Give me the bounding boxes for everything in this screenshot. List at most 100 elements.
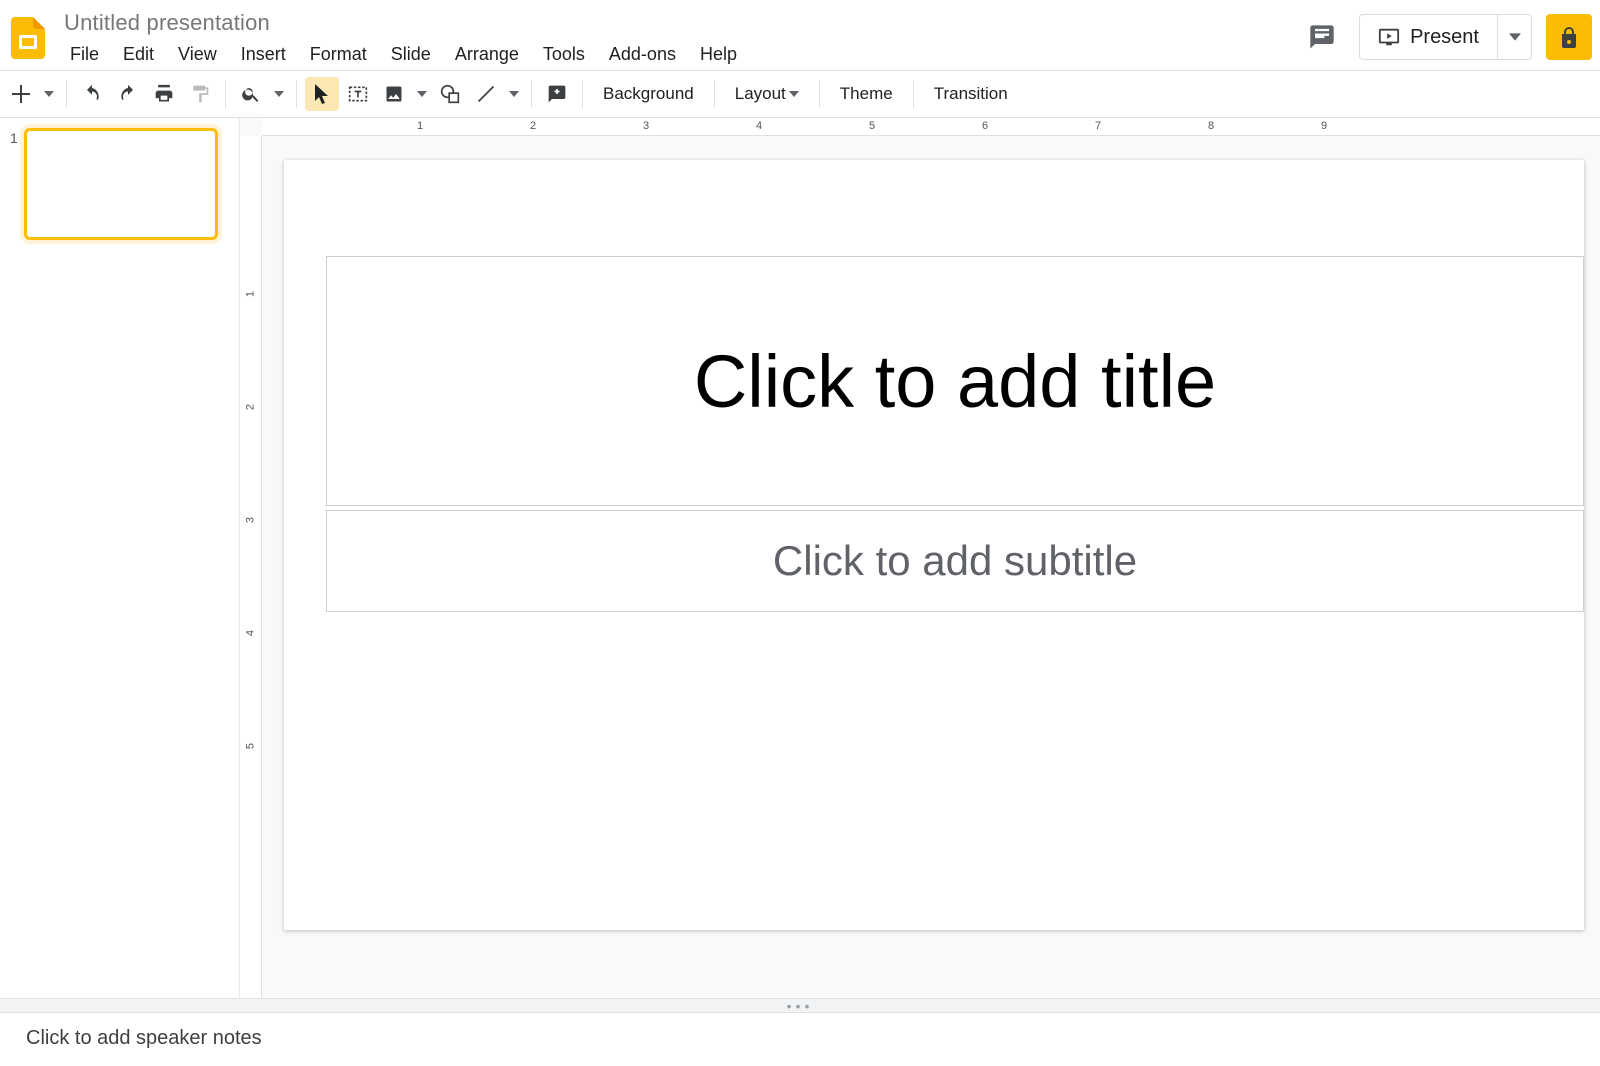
ruler-tick: 1 bbox=[417, 120, 423, 132]
textbox-button[interactable] bbox=[341, 77, 375, 111]
separator bbox=[582, 80, 583, 108]
present-button-group: Present bbox=[1359, 14, 1532, 60]
print-icon bbox=[154, 84, 174, 104]
present-button[interactable]: Present bbox=[1360, 15, 1497, 59]
separator bbox=[714, 80, 715, 108]
ruler-tick: 5 bbox=[245, 736, 257, 757]
separator bbox=[531, 80, 532, 108]
slide-number: 1 bbox=[10, 128, 18, 146]
comment-insert-button[interactable] bbox=[540, 77, 574, 111]
share-lock-button[interactable] bbox=[1546, 14, 1592, 60]
select-tool-button[interactable] bbox=[305, 77, 339, 111]
title-placeholder[interactable]: Click to add title bbox=[326, 256, 1584, 506]
ruler-tick: 6 bbox=[982, 120, 988, 132]
new-slide-button[interactable] bbox=[4, 77, 38, 111]
menu-help[interactable]: Help bbox=[688, 40, 749, 69]
comment-icon bbox=[1308, 23, 1336, 51]
ruler-tick: 3 bbox=[643, 120, 649, 132]
separator bbox=[225, 80, 226, 108]
chevron-down-icon bbox=[789, 91, 799, 97]
layout-label: Layout bbox=[735, 84, 786, 104]
redo-button[interactable] bbox=[111, 77, 145, 111]
menu-format[interactable]: Format bbox=[298, 40, 379, 69]
chevron-down-icon bbox=[417, 91, 427, 97]
speaker-notes[interactable]: Click to add speaker notes bbox=[0, 1012, 1600, 1066]
separator bbox=[66, 80, 67, 108]
shape-button[interactable] bbox=[433, 77, 467, 111]
ruler-tick: 8 bbox=[1208, 120, 1214, 132]
image-icon bbox=[384, 84, 404, 104]
menu-view[interactable]: View bbox=[166, 40, 229, 69]
workspace: 1 1 2 3 4 5 6 7 8 9 1 2 3 4 5 Click to a… bbox=[0, 118, 1600, 998]
chevron-down-icon bbox=[1509, 31, 1521, 43]
shape-icon bbox=[440, 84, 460, 104]
ruler-tick: 5 bbox=[869, 120, 875, 132]
ruler-tick: 9 bbox=[1321, 120, 1327, 132]
slides-logo[interactable] bbox=[4, 14, 52, 62]
layout-button[interactable]: Layout bbox=[723, 77, 811, 111]
redo-icon bbox=[118, 84, 138, 104]
cursor-icon bbox=[314, 84, 330, 104]
ruler-tick: 3 bbox=[245, 510, 257, 531]
textbox-icon bbox=[348, 84, 368, 104]
subtitle-placeholder[interactable]: Click to add subtitle bbox=[326, 510, 1584, 612]
paint-roller-icon bbox=[190, 84, 210, 104]
line-icon bbox=[476, 84, 496, 104]
menu-file[interactable]: File bbox=[58, 40, 111, 69]
notes-resize-handle[interactable]: ••• bbox=[0, 998, 1600, 1012]
separator bbox=[913, 80, 914, 108]
slide-thumbnail[interactable] bbox=[24, 128, 218, 240]
add-comment-icon bbox=[547, 84, 567, 104]
image-button[interactable] bbox=[377, 77, 411, 111]
paint-format-button bbox=[183, 77, 217, 111]
comments-button[interactable] bbox=[1299, 14, 1345, 60]
separator bbox=[296, 80, 297, 108]
line-button[interactable] bbox=[469, 77, 503, 111]
zoom-button[interactable] bbox=[234, 77, 268, 111]
theme-button[interactable]: Theme bbox=[828, 77, 905, 111]
zoom-dropdown[interactable] bbox=[270, 77, 288, 111]
header-right: Present bbox=[1299, 6, 1592, 60]
undo-button[interactable] bbox=[75, 77, 109, 111]
header: Untitled presentation File Edit View Ins… bbox=[0, 0, 1600, 70]
canvas-area[interactable]: 1 2 3 4 5 6 7 8 9 1 2 3 4 5 Click to add… bbox=[240, 118, 1600, 998]
menubar: File Edit View Insert Format Slide Arran… bbox=[58, 40, 1299, 69]
chevron-down-icon bbox=[509, 91, 519, 97]
present-icon bbox=[1378, 26, 1400, 48]
menu-arrange[interactable]: Arrange bbox=[443, 40, 531, 69]
print-button[interactable] bbox=[147, 77, 181, 111]
chevron-down-icon bbox=[44, 91, 54, 97]
background-button[interactable]: Background bbox=[591, 77, 706, 111]
document-title[interactable]: Untitled presentation bbox=[58, 6, 1299, 38]
new-slide-dropdown[interactable] bbox=[40, 77, 58, 111]
vertical-ruler[interactable]: 1 2 3 4 5 bbox=[240, 136, 262, 998]
filmstrip[interactable]: 1 bbox=[0, 118, 240, 998]
ruler-tick: 4 bbox=[756, 120, 762, 132]
menu-edit[interactable]: Edit bbox=[111, 40, 166, 69]
slide-thumbnail-1[interactable]: 1 bbox=[10, 128, 229, 240]
image-dropdown[interactable] bbox=[413, 77, 431, 111]
chevron-down-icon bbox=[274, 91, 284, 97]
grip-icon: ••• bbox=[787, 998, 814, 1014]
menu-tools[interactable]: Tools bbox=[531, 40, 597, 69]
ruler-tick: 4 bbox=[245, 623, 257, 644]
menu-slide[interactable]: Slide bbox=[379, 40, 443, 69]
toolbar: Background Layout Theme Transition bbox=[0, 70, 1600, 118]
undo-icon bbox=[82, 84, 102, 104]
lock-icon bbox=[1559, 26, 1579, 48]
ruler-tick: 1 bbox=[245, 284, 257, 305]
present-dropdown[interactable] bbox=[1497, 15, 1531, 59]
separator bbox=[819, 80, 820, 108]
ruler-tick: 2 bbox=[530, 120, 536, 132]
plus-icon bbox=[12, 85, 30, 103]
line-dropdown[interactable] bbox=[505, 77, 523, 111]
zoom-icon bbox=[241, 84, 261, 104]
menu-insert[interactable]: Insert bbox=[229, 40, 298, 69]
ruler-tick: 7 bbox=[1095, 120, 1101, 132]
transition-button[interactable]: Transition bbox=[922, 77, 1020, 111]
horizontal-ruler[interactable]: 1 2 3 4 5 6 7 8 9 bbox=[262, 118, 1600, 136]
slide-canvas[interactable]: Click to add title Click to add subtitle bbox=[284, 160, 1584, 930]
menu-addons[interactable]: Add-ons bbox=[597, 40, 688, 69]
present-label: Present bbox=[1410, 26, 1479, 49]
ruler-tick: 2 bbox=[245, 397, 257, 418]
